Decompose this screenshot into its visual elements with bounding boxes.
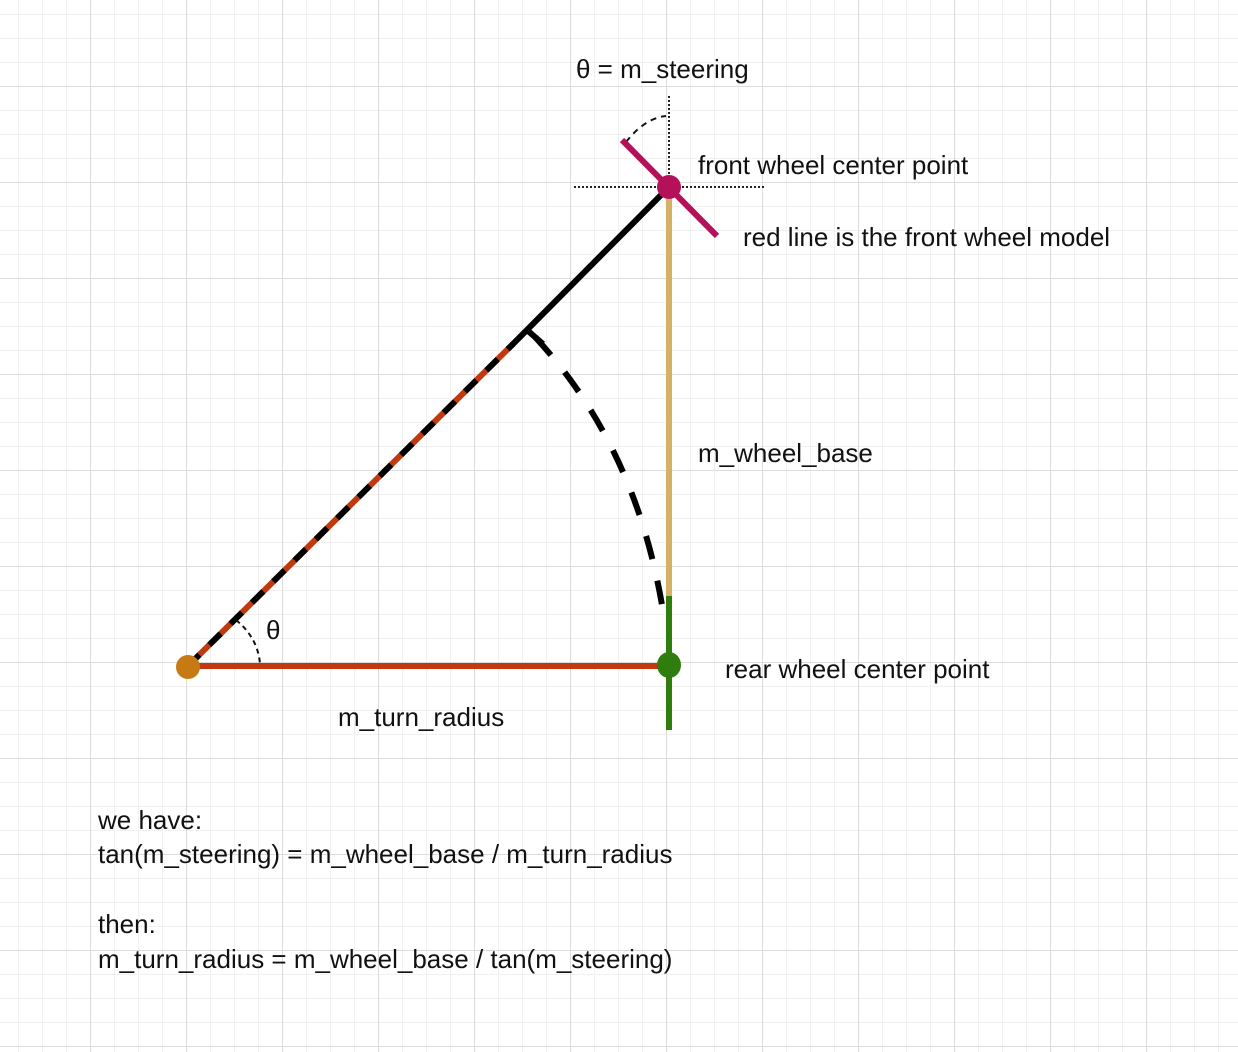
formula-we-have: we have: xyxy=(98,805,203,835)
radius-arc-dashed xyxy=(532,334,668,625)
theta-angle-arc xyxy=(235,619,261,665)
rear-wheel-center-point xyxy=(657,652,681,678)
formula-then: then: xyxy=(98,909,156,939)
front-wheel-model-label: red line is the front wheel model xyxy=(743,222,1111,252)
pivot-point xyxy=(176,655,200,679)
formula-tan-steering: tan(m_steering) = m_wheel_base / m_turn_… xyxy=(98,839,673,869)
wheel-base-label: m_wheel_base xyxy=(698,438,873,468)
theta-label: θ xyxy=(266,615,281,645)
turn-radius-label: m_turn_radius xyxy=(338,702,505,732)
formula-turn-radius: m_turn_radius = m_wheel_base / tan(m_ste… xyxy=(98,944,673,974)
steering-label: θ = m_steering xyxy=(576,54,749,84)
steering-geometry-diagram xyxy=(176,96,764,730)
front-wheel-center-label: front wheel center point xyxy=(698,150,969,180)
rear-wheel-center-label: rear wheel center point xyxy=(725,654,990,684)
hypotenuse-solid-segment xyxy=(508,184,672,349)
front-wheel-center-point xyxy=(657,175,681,199)
steering-angle-arc xyxy=(625,115,667,143)
